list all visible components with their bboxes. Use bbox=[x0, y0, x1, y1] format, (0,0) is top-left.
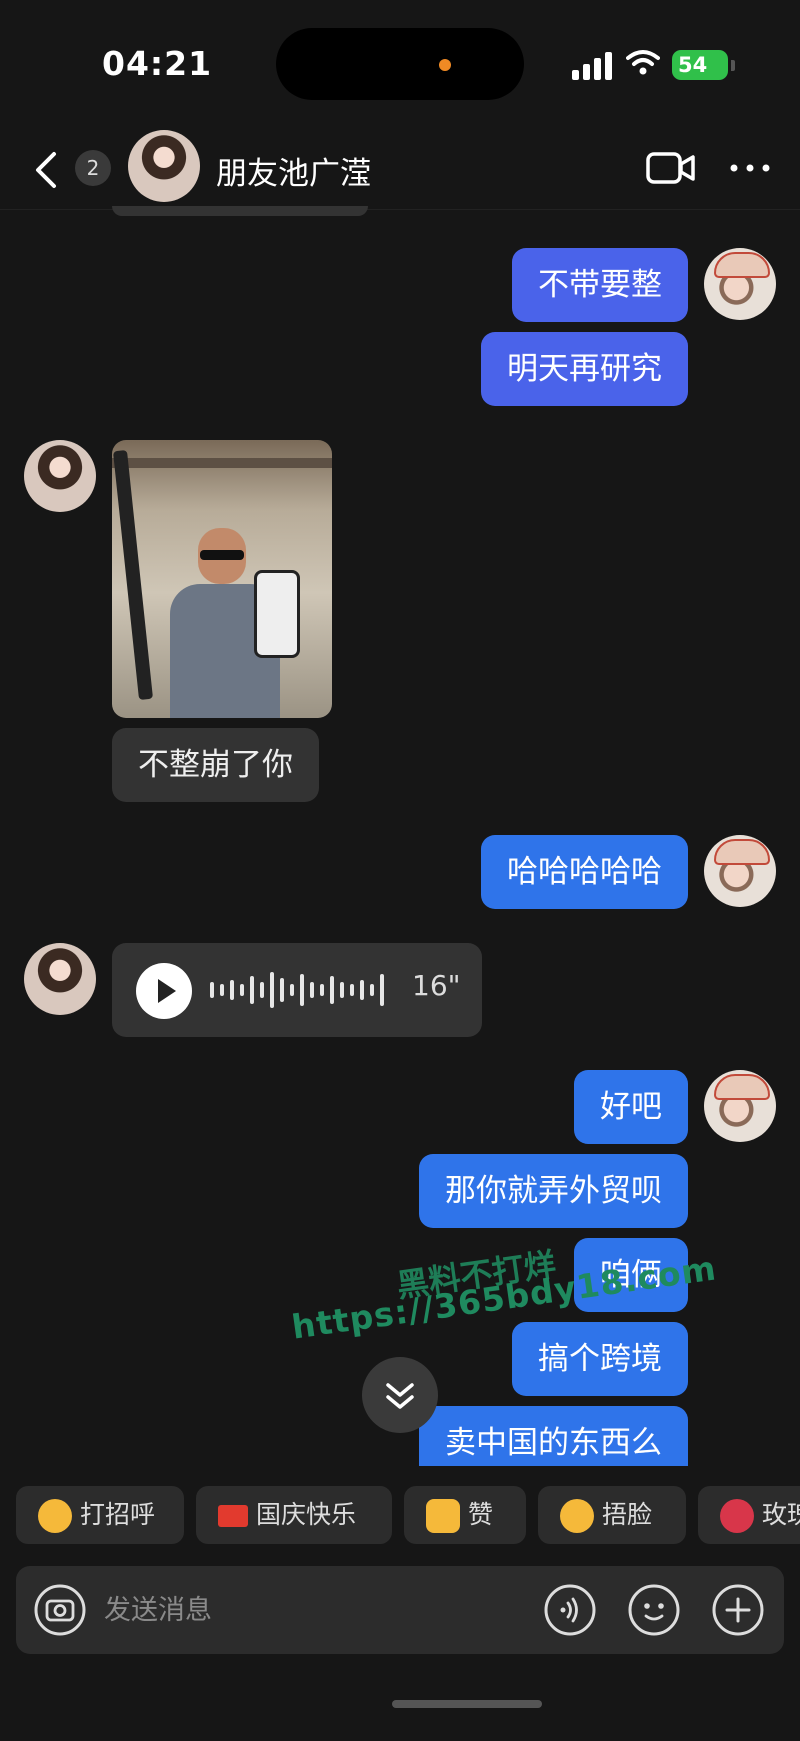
my-avatar[interactable] bbox=[704, 248, 776, 320]
video-call-icon[interactable] bbox=[646, 148, 696, 188]
plus-icon[interactable] bbox=[712, 1584, 764, 1636]
voice-input-icon[interactable] bbox=[544, 1584, 596, 1636]
camera-icon[interactable] bbox=[34, 1584, 86, 1636]
quick-reply-bar: 打招呼 国庆快乐 赞 捂脸 玫瑰 bbox=[0, 1486, 800, 1546]
quick-reply-chip[interactable]: 国庆快乐 bbox=[196, 1486, 392, 1544]
my-message[interactable]: 明天再研究 bbox=[481, 332, 688, 406]
quick-reply-chip[interactable]: 打招呼 bbox=[16, 1486, 184, 1544]
my-message[interactable]: 卖中国的东西么 bbox=[419, 1406, 688, 1466]
contact-message-avatar[interactable] bbox=[24, 943, 96, 1015]
quick-reply-label: 国庆快乐 bbox=[256, 1500, 357, 1529]
voice-message[interactable]: 16" bbox=[112, 943, 482, 1037]
facepalm-icon bbox=[560, 1499, 594, 1533]
contact-message[interactable]: 不整崩了你 bbox=[112, 728, 319, 802]
dynamic-island bbox=[276, 28, 524, 100]
quick-reply-label: 玫瑰 bbox=[762, 1500, 800, 1529]
voice-waveform bbox=[210, 972, 384, 1008]
previous-message-edge bbox=[112, 206, 368, 216]
quick-reply-label: 打招呼 bbox=[80, 1500, 156, 1529]
thumbs-up-icon bbox=[426, 1499, 460, 1533]
red-flag-icon bbox=[218, 1505, 248, 1527]
quick-reply-label: 赞 bbox=[468, 1500, 494, 1529]
rose-icon bbox=[720, 1499, 754, 1533]
waving-face-icon bbox=[38, 1499, 72, 1533]
message-input-bar bbox=[16, 1566, 784, 1654]
status-time: 04:21 bbox=[102, 44, 213, 83]
quick-reply-chip[interactable]: 赞 bbox=[404, 1486, 526, 1544]
more-options-icon[interactable] bbox=[728, 158, 772, 178]
unread-count-badge[interactable]: 2 bbox=[75, 150, 111, 186]
image-message[interactable] bbox=[112, 440, 332, 718]
privacy-indicator-dot bbox=[439, 59, 451, 71]
my-message[interactable]: 好吧 bbox=[574, 1070, 688, 1144]
wifi-icon bbox=[626, 50, 660, 75]
voice-duration: 16" bbox=[412, 969, 461, 1002]
my-message[interactable]: 搞个跨境 bbox=[512, 1322, 688, 1396]
contact-message-avatar[interactable] bbox=[24, 440, 96, 512]
battery-indicator: 54 bbox=[672, 50, 728, 80]
quick-reply-chip[interactable]: 玫瑰 bbox=[698, 1486, 800, 1544]
battery-tip bbox=[731, 60, 735, 71]
double-chevron-down-icon bbox=[386, 1383, 414, 1409]
quick-reply-chip[interactable]: 捂脸 bbox=[538, 1486, 686, 1544]
my-message[interactable]: 不带要整 bbox=[512, 248, 688, 322]
play-icon bbox=[158, 979, 176, 1003]
home-indicator bbox=[392, 1700, 542, 1708]
my-message[interactable]: 哈哈哈哈哈 bbox=[481, 835, 688, 909]
emoji-icon[interactable] bbox=[628, 1584, 680, 1636]
my-avatar[interactable] bbox=[704, 1070, 776, 1142]
contact-avatar[interactable] bbox=[128, 130, 200, 202]
back-arrow-icon[interactable] bbox=[30, 148, 64, 192]
my-avatar[interactable] bbox=[704, 835, 776, 907]
quick-reply-label: 捂脸 bbox=[602, 1500, 653, 1529]
my-message[interactable]: 那你就弄外贸呗 bbox=[419, 1154, 688, 1228]
status-bar: 04:21 54 bbox=[0, 0, 800, 130]
cellular-signal-icon bbox=[572, 52, 614, 80]
chat-header: 2 朋友池广滢 bbox=[0, 130, 800, 210]
battery-level: 54 bbox=[678, 53, 708, 77]
play-button[interactable] bbox=[136, 963, 192, 1019]
message-input[interactable] bbox=[104, 1566, 484, 1654]
scroll-to-bottom-button[interactable] bbox=[362, 1357, 438, 1433]
contact-name[interactable]: 朋友池广滢 bbox=[216, 148, 371, 193]
